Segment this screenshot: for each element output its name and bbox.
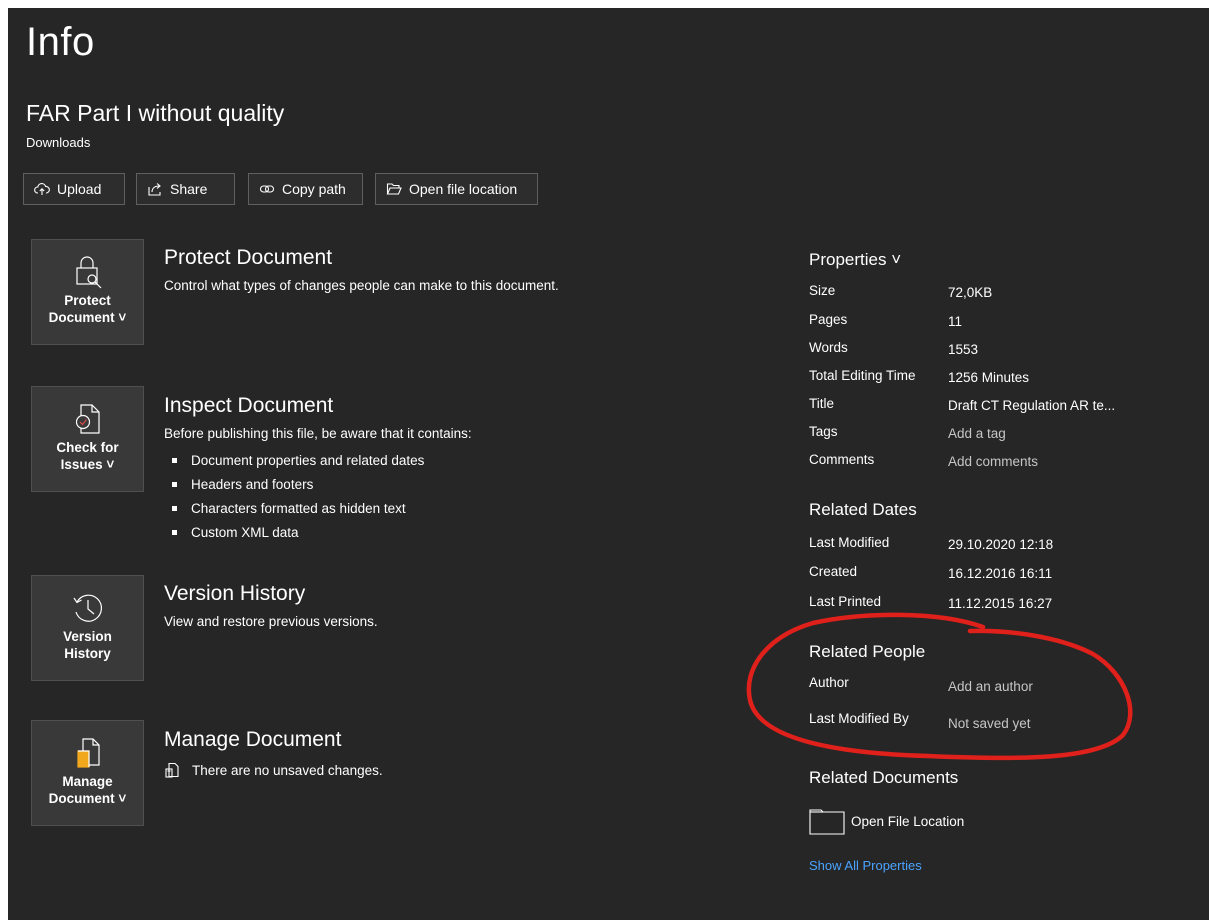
tags-label: Tags [809, 424, 838, 439]
manage-tile-line2: Document ˅ [48, 791, 127, 806]
copy-path-button[interactable]: Copy path [248, 173, 363, 205]
related-people-heading: Related People [809, 642, 926, 661]
created-value: 16.12.2016 16:11 [948, 566, 1053, 581]
last-modified-by-label: Last Modified By [809, 711, 909, 726]
size-label: Size [809, 283, 836, 298]
last-modified-label: Last Modified [809, 535, 890, 550]
author-field[interactable]: Add an author [948, 679, 1033, 694]
author-label: Author [809, 675, 849, 690]
pages-value: 11 [948, 314, 963, 329]
title-field[interactable]: Draft CT Regulation AR te... [948, 398, 1115, 413]
version-tile-line2: History [64, 646, 111, 661]
cloud-upload-icon [34, 181, 50, 197]
last-printed-value: 11.12.2015 16:27 [948, 596, 1053, 611]
editing-time-label: Total Editing Time [809, 368, 916, 383]
last-printed-label: Last Printed [809, 594, 882, 609]
manage-document-button[interactable]: Manage Document ˅ [31, 720, 144, 826]
pages-label: Pages [809, 312, 848, 327]
tags-field[interactable]: Add a tag [948, 426, 1006, 441]
protect-document-title: Protect Document [164, 246, 333, 269]
manage-document-title: Manage Document [164, 728, 342, 751]
properties-dropdown[interactable]: Properties ˅ [809, 250, 901, 270]
folder-icon [809, 807, 845, 835]
share-label: Share [170, 181, 208, 197]
open-file-location-button[interactable]: Open file location [375, 173, 538, 205]
last-modified-by-value: Not saved yet [948, 716, 1031, 731]
check-for-issues-button[interactable]: Check for Issues ˅ [31, 386, 144, 492]
protect-document-button[interactable]: Protect Document ˅ [31, 239, 144, 345]
inspect-tile-line2: Issues ˅ [60, 457, 115, 472]
words-label: Words [809, 340, 848, 355]
inspect-tile-line1: Check for [56, 440, 119, 455]
list-item: Custom XML data [164, 520, 424, 544]
version-history-button[interactable]: Version History [31, 575, 144, 681]
inspect-document-icon [70, 401, 106, 437]
folder-open-icon [386, 181, 402, 197]
created-label: Created [809, 564, 858, 579]
copy-path-label: Copy path [282, 181, 346, 197]
info-panel: Info FAR Part I without quality Download… [8, 8, 1209, 920]
list-item: Headers and footers [164, 472, 424, 496]
page-title: Info [26, 20, 95, 64]
inspect-document-title: Inspect Document [164, 394, 334, 417]
comments-label: Comments [809, 452, 875, 467]
version-history-desc: View and restore previous versions. [164, 614, 378, 629]
list-item: Document properties and related dates [164, 448, 424, 472]
inspect-bullet-list: Document properties and related dates He… [164, 448, 424, 544]
document-name: FAR Part I without quality [26, 100, 285, 126]
upload-button[interactable]: Upload [23, 173, 125, 205]
version-history-title: Version History [164, 582, 306, 605]
words-value: 1553 [948, 342, 979, 357]
share-button[interactable]: Share [136, 173, 235, 205]
manage-document-desc: There are no unsaved changes. [164, 762, 383, 778]
manage-document-status: There are no unsaved changes. [192, 762, 383, 778]
manage-document-icon [70, 735, 106, 771]
link-icon [259, 181, 275, 197]
inspect-document-desc: Before publishing this file, be aware th… [164, 426, 472, 441]
show-all-properties-link[interactable]: Show All Properties [809, 858, 922, 873]
protect-document-desc: Control what types of changes people can… [164, 278, 559, 293]
protect-tile-line2: Document ˅ [48, 310, 127, 325]
last-modified-value: 29.10.2020 12:18 [948, 537, 1054, 552]
upload-label: Upload [57, 181, 102, 197]
protect-tile-line1: Protect [64, 293, 111, 308]
comments-field[interactable]: Add comments [948, 454, 1038, 469]
open-file-location-link[interactable]: Open File Location [809, 806, 964, 836]
share-icon [147, 181, 163, 197]
size-value: 72,0KB [948, 285, 993, 300]
document-location: Downloads [26, 135, 91, 150]
open-file-location-label: Open file location [409, 181, 518, 197]
title-label: Title [809, 396, 835, 411]
manage-tile-line1: Manage [62, 774, 113, 789]
related-documents-heading: Related Documents [809, 768, 959, 787]
version-tile-line1: Version [63, 629, 112, 644]
list-item: Characters formatted as hidden text [164, 496, 424, 520]
related-dates-heading: Related Dates [809, 500, 917, 519]
editing-time-value: 1256 Minutes [948, 370, 1030, 385]
open-file-location-text: Open File Location [851, 813, 965, 829]
unsaved-changes-icon [164, 762, 180, 778]
history-clock-icon [70, 590, 106, 626]
lock-icon [70, 254, 106, 290]
